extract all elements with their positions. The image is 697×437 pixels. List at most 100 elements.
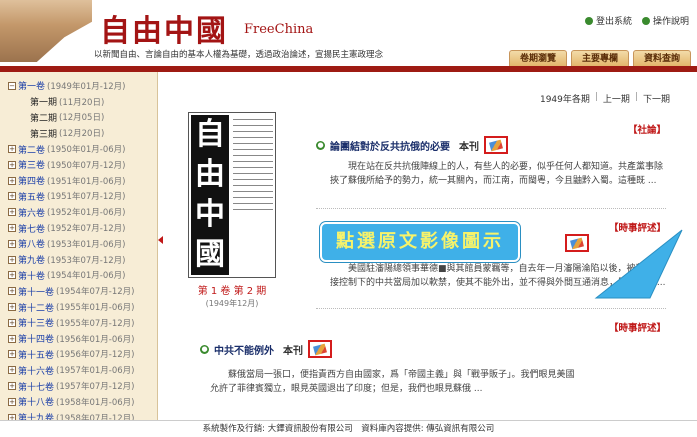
sidebar-item-label: 第五卷 xyxy=(18,192,46,203)
sidebar-item-date: (1954年01月-06月) xyxy=(47,271,126,282)
sidebar-volume-item[interactable]: − 第一卷 (1949年01月-12月) xyxy=(0,78,157,94)
logout-label: 登出系統 xyxy=(595,17,632,27)
sidebar-volume-item[interactable]: + 第三卷 (1950年07月-12月) xyxy=(0,157,157,173)
original-image-icon[interactable] xyxy=(565,234,589,252)
callout-pointer xyxy=(594,229,683,299)
tab-data-search[interactable]: 資料查詢 xyxy=(633,50,691,66)
bullet-icon: ● xyxy=(316,140,325,150)
collapse-icon[interactable]: − xyxy=(8,81,16,90)
next-issue-link[interactable]: 下一期 xyxy=(643,92,670,105)
expand-icon[interactable]: + xyxy=(8,239,16,248)
expand-icon[interactable]: + xyxy=(8,176,16,185)
sidebar-volume-item[interactable]: + 第十四卷 (1956年01月-06月) xyxy=(0,331,157,347)
sidebar-volume-item[interactable]: + 第八卷 (1953年01月-06月) xyxy=(0,236,157,252)
issue-year-link[interactable]: 1949年各期 xyxy=(540,92,590,105)
sidebar-volume-item[interactable]: + 第七卷 (1952年07月-12月) xyxy=(0,220,157,236)
sidebar-issue-item[interactable]: 第一期 (11月20日) xyxy=(0,94,157,110)
cover-thumbnail[interactable]: 自 由 中 國 xyxy=(188,112,276,278)
sidebar-volume-item[interactable]: + 第十三卷 (1955年07月-12月) xyxy=(0,315,157,331)
sidebar-item-label: 第三期 xyxy=(30,129,58,140)
sidebar-volume-item[interactable]: + 第十八卷 (1958年01月-06月) xyxy=(0,394,157,410)
sidebar-item-label: 第一卷 xyxy=(18,82,46,93)
expand-icon[interactable]: + xyxy=(8,382,16,391)
sidebar-item-label: 第四卷 xyxy=(18,177,46,188)
header: 自由中國 FreeChina 以新聞自由、言論自由的基本人權為基礎，透過政治論述… xyxy=(0,0,697,66)
article-title-row: ● 中共不能例外 本刊 xyxy=(200,340,332,358)
sidebar-volume-item[interactable]: + 第十六卷 (1957年01月-06月) xyxy=(0,362,157,378)
sidebar-item-date: (1958年07月-12月) xyxy=(56,413,135,420)
expand-icon[interactable]: + xyxy=(8,287,16,296)
article-title[interactable]: 論團結對於反共抗俄的必要 xyxy=(330,138,450,153)
sidebar-item-label: 第九卷 xyxy=(18,256,46,267)
article-excerpt: 蘇俄當局一張口，便指責西方自由國家，爲「帝國主義」與「戰爭販子」。我們眼見美國允… xyxy=(210,370,575,394)
issue-navigation: 1949年各期 | 上一期 | 下一期 xyxy=(540,92,670,105)
masthead-char: 由 xyxy=(195,157,225,192)
tab-browse-issues[interactable]: 卷期瀏覽 xyxy=(509,50,567,66)
expand-icon[interactable]: + xyxy=(8,208,16,217)
sidebar-item-date: (1957年07月-12月) xyxy=(56,382,135,393)
expand-icon[interactable]: + xyxy=(8,397,16,406)
original-image-icon[interactable] xyxy=(484,136,508,154)
sidebar-volume-item[interactable]: + 第五卷 (1951年07月-12月) xyxy=(0,189,157,205)
expand-icon[interactable]: + xyxy=(8,145,16,154)
expand-icon[interactable]: + xyxy=(8,224,16,233)
sidebar-item-date: (1950年07月-12月) xyxy=(47,160,126,171)
sidebar-item-label: 第一期 xyxy=(30,98,58,109)
tab-main-columns[interactable]: 主要專欄 xyxy=(571,50,629,66)
cover-issue-label[interactable]: 第 1 卷 第 2 期 xyxy=(182,282,282,297)
sidebar-item-label: 第十五卷 xyxy=(18,350,55,361)
article-category: 【社論】 xyxy=(627,125,666,136)
sidebar-issue-item[interactable]: 第二期 (12月05日) xyxy=(0,110,157,126)
expand-icon[interactable]: + xyxy=(8,366,16,375)
sidebar-item-label: 第十四卷 xyxy=(18,335,55,346)
masthead-char: 自 xyxy=(195,117,225,152)
sidebar-item-date: (1957年01月-06月) xyxy=(56,366,135,377)
sidebar-volume-item[interactable]: + 第二卷 (1950年01月-06月) xyxy=(0,141,157,157)
expand-icon[interactable]: + xyxy=(8,318,16,327)
bullet-icon: ● xyxy=(200,344,209,354)
expand-icon[interactable]: + xyxy=(8,160,16,169)
collapse-sidebar-arrow-icon[interactable] xyxy=(158,236,163,244)
sidebar-volume-item[interactable]: + 第十二卷 (1955年01月-06月) xyxy=(0,299,157,315)
expand-icon[interactable]: + xyxy=(8,192,16,201)
sidebar-volume-item[interactable]: + 第六卷 (1952年01月-06月) xyxy=(0,204,157,220)
site-tagline: 以新聞自由、言論自由的基本人權為基礎，透過政治論述，宣揚民主憲政理念 xyxy=(94,50,384,60)
article-excerpt: 現在站在反共抗俄陣線上的人，有些人的必要，似乎任何人都知道。共產黨事除挾了蘇俄所… xyxy=(330,162,664,186)
expand-icon[interactable]: + xyxy=(8,334,16,343)
help-link[interactable]: 操作說明 xyxy=(641,14,689,27)
nav-separator: | xyxy=(634,92,638,102)
sidebar-item-date: (12月20日) xyxy=(59,129,105,140)
prev-issue-link[interactable]: 上一期 xyxy=(603,92,630,105)
expand-icon[interactable]: + xyxy=(8,350,16,359)
divider xyxy=(316,308,666,309)
sidebar-item-date: (1952年07月-12月) xyxy=(47,224,126,235)
expand-icon[interactable]: + xyxy=(8,303,16,312)
article-category: 【時事評述】 xyxy=(608,323,666,334)
sidebar-volume-item[interactable]: + 第十九卷 (1958年07月-12月) xyxy=(0,410,157,420)
help-label: 操作說明 xyxy=(652,17,689,27)
site-title[interactable]: 自由中國 xyxy=(100,6,228,50)
sidebar-item-date: (1953年01月-06月) xyxy=(47,239,126,250)
expand-icon[interactable]: + xyxy=(8,255,16,264)
sidebar-item-date: (1956年07月-12月) xyxy=(56,350,135,361)
sidebar-item-date: (1951年01月-06月) xyxy=(47,176,126,187)
sidebar-volume-item[interactable]: + 第四卷 (1951年01月-06月) xyxy=(0,173,157,189)
sidebar-item-label: 第十七卷 xyxy=(18,382,55,393)
logout-link[interactable]: 登出系統 xyxy=(584,14,632,27)
article-author: 本刊 xyxy=(459,141,479,153)
sidebar-volume-item[interactable]: + 第十卷 (1954年01月-06月) xyxy=(0,268,157,284)
expand-icon[interactable]: + xyxy=(8,271,16,280)
sidebar-volume-item[interactable]: + 第十五卷 (1956年07月-12月) xyxy=(0,347,157,363)
article-title[interactable]: 中共不能例外 xyxy=(214,342,274,357)
cover-masthead: 自 由 中 國 xyxy=(191,115,229,275)
sidebar-volume-item[interactable]: + 第九卷 (1953年07月-12月) xyxy=(0,252,157,268)
sidebar-issue-item[interactable]: 第三期 (12月20日) xyxy=(0,125,157,141)
sidebar-volume-item[interactable]: + 第十七卷 (1957年07月-12月) xyxy=(0,378,157,394)
sidebar-item-date: (1958年01月-06月) xyxy=(56,397,135,408)
original-image-icon[interactable] xyxy=(308,340,332,358)
sidebar-item-date: (1950年01月-06月) xyxy=(47,145,126,156)
instruction-callout: 點選原文影像圖示 xyxy=(320,222,520,262)
sidebar-volume-item[interactable]: + 第十一卷 (1954年07月-12月) xyxy=(0,283,157,299)
sidebar-item-date: (1951年07月-12月) xyxy=(47,192,126,203)
sidebar-item-date: (1954年07月-12月) xyxy=(56,287,135,298)
